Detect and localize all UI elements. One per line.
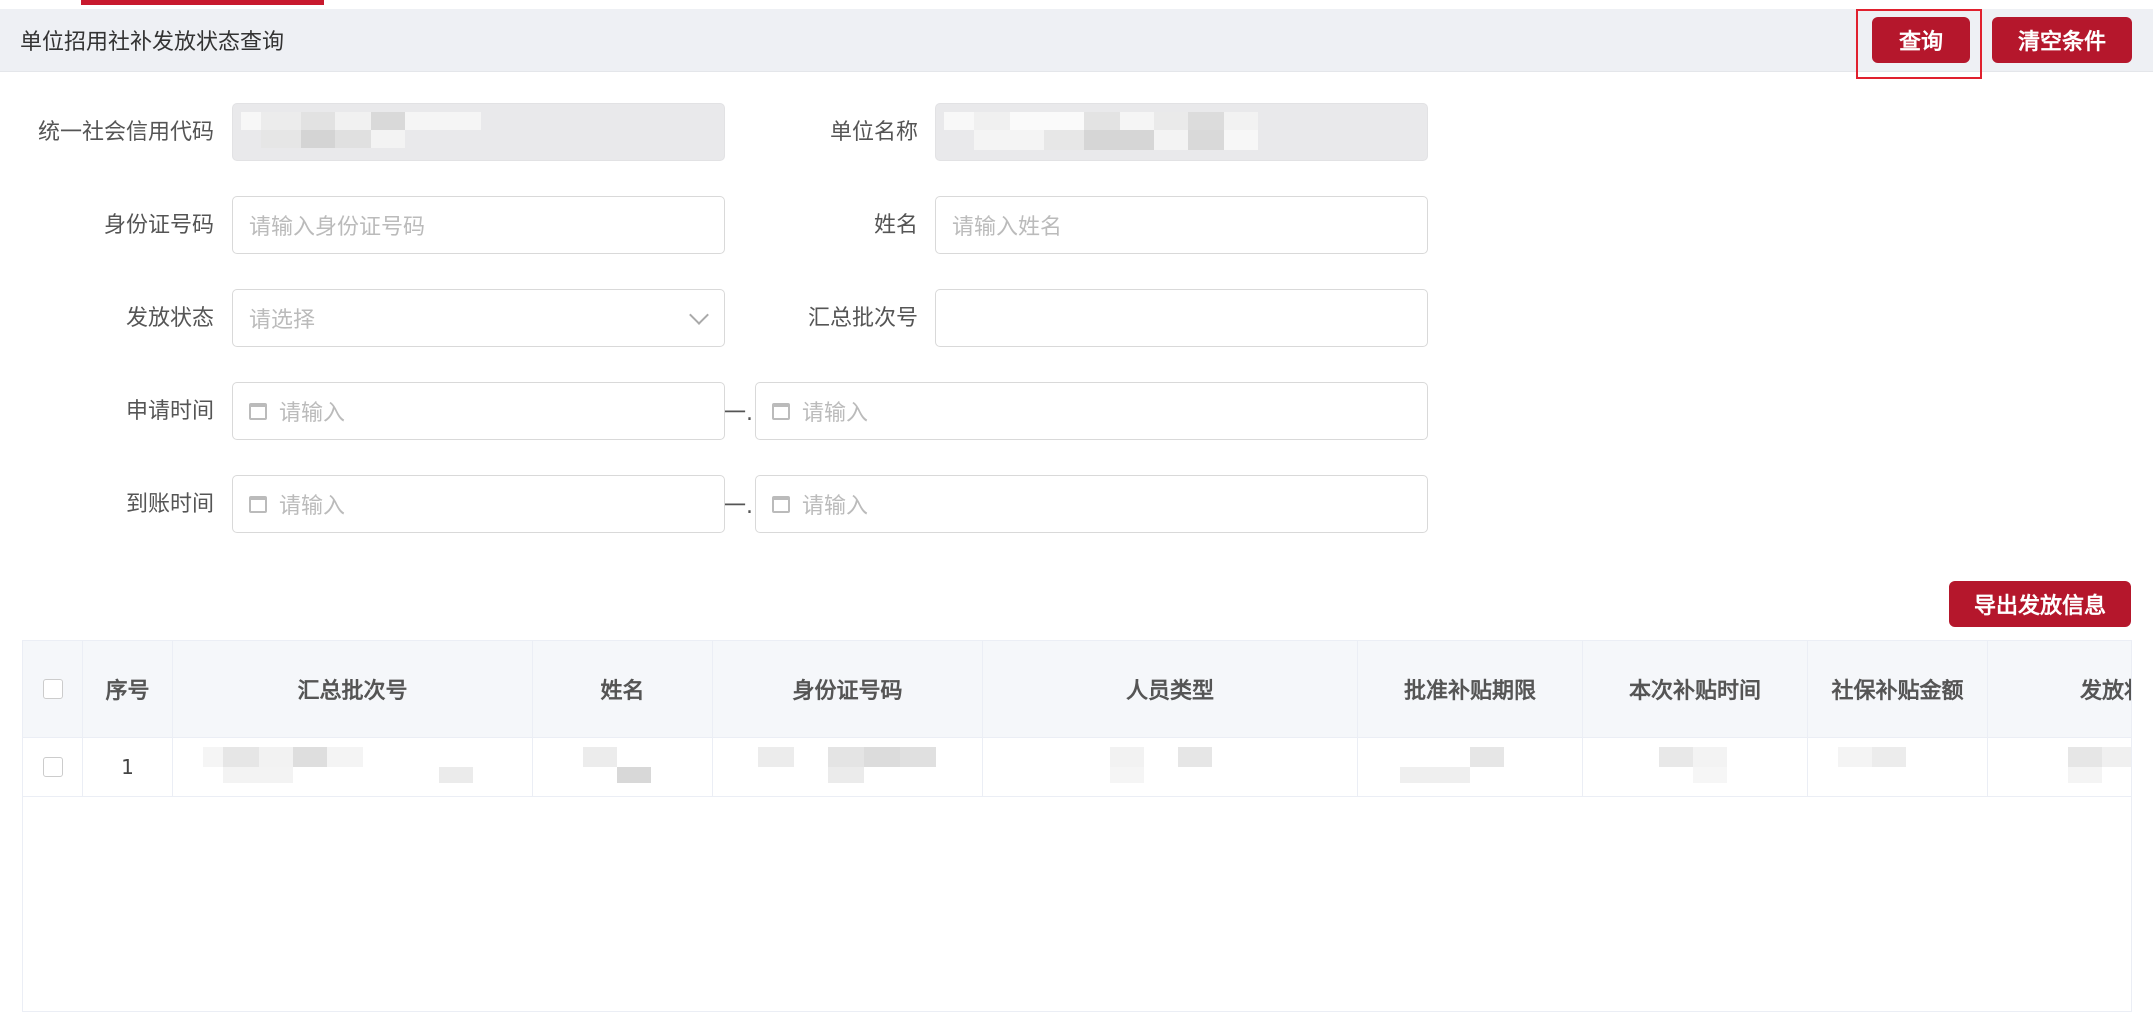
unit-name-field [935, 103, 1428, 161]
redacted-cell [533, 737, 713, 796]
arrive-time-start-input[interactable]: 请输入 [232, 475, 725, 533]
row-checkbox[interactable] [42, 756, 63, 777]
credit-code-field [232, 103, 725, 161]
redacted-cell [1988, 737, 2131, 796]
results-table: 序号 汇总批次号 姓名 身份证号码 人员类型 批准补贴期限 本次补贴时间 社保补… [22, 640, 2132, 1012]
date-placeholder: 请输入 [279, 401, 346, 426]
column-header: 人员类型 [983, 641, 1358, 737]
chevron-down-icon [689, 305, 709, 325]
page-title: 单位招用社补发放状态查询 [20, 30, 285, 55]
export-button[interactable]: 导出发放信息 [1949, 581, 2131, 627]
batch-number-input[interactable] [935, 289, 1428, 347]
table-header: 序号 汇总批次号 姓名 身份证号码 人员类型 批准补贴期限 本次补贴时间 社保补… [23, 641, 2131, 738]
calendar-icon [772, 495, 790, 513]
select-all-checkbox[interactable] [42, 679, 63, 699]
date-placeholder: 请输入 [802, 494, 869, 519]
date-placeholder: 请输入 [279, 494, 346, 519]
row-select-cell [23, 737, 83, 796]
redacted-cell [1583, 737, 1808, 796]
calendar-icon [249, 495, 267, 513]
name-input[interactable]: 请输入姓名 [935, 196, 1428, 254]
arrive-time-end-input[interactable]: 请输入 [755, 475, 1428, 533]
status-label: 发放状态 [125, 306, 214, 331]
status-select[interactable]: 请选择 [232, 289, 725, 347]
redacted-cell [1358, 737, 1583, 796]
row-index: 1 [83, 737, 173, 796]
redacted-cell [983, 737, 1358, 796]
redacted-text [944, 112, 1304, 152]
apply-time-label: 申请时间 [125, 399, 214, 424]
range-separator: 一. [724, 401, 753, 426]
clear-conditions-button[interactable]: 清空条件 [1992, 17, 2132, 63]
column-header: 序号 [83, 641, 173, 737]
column-header: 社保补贴金额 [1808, 641, 1988, 737]
active-tab-indicator [81, 0, 324, 5]
apply-time-start-input[interactable]: 请输入 [232, 382, 725, 440]
apply-time-end-input[interactable]: 请输入 [755, 382, 1428, 440]
credit-code-label: 统一社会信用代码 [37, 120, 214, 145]
batch-number-label: 汇总批次号 [807, 306, 918, 331]
arrive-time-label: 到账时间 [125, 492, 214, 517]
column-header: 发放状态 [1988, 641, 2131, 737]
unit-name-label: 单位名称 [829, 120, 918, 145]
id-number-input[interactable]: 请输入身份证号码 [232, 196, 725, 254]
column-header: 姓名 [533, 641, 713, 737]
table-row[interactable]: 1 [23, 737, 2131, 797]
redacted-cell [713, 737, 983, 796]
redacted-cell [173, 737, 533, 796]
redacted-cell [1808, 737, 1988, 796]
status-select-placeholder: 请选择 [249, 308, 316, 333]
redacted-text [241, 112, 481, 152]
date-placeholder: 请输入 [802, 401, 869, 426]
calendar-icon [249, 402, 267, 420]
column-header: 本次补贴时间 [1583, 641, 1808, 737]
column-header: 身份证号码 [713, 641, 983, 737]
page-header: 单位招用社补发放状态查询 [0, 9, 2153, 72]
calendar-icon [772, 402, 790, 420]
range-separator: 一. [724, 494, 753, 519]
select-all-cell [23, 641, 83, 737]
name-label: 姓名 [873, 213, 918, 238]
id-number-label: 身份证号码 [103, 213, 214, 238]
query-button[interactable]: 查询 [1872, 17, 1970, 63]
column-header: 批准补贴期限 [1358, 641, 1583, 737]
column-header: 汇总批次号 [173, 641, 533, 737]
